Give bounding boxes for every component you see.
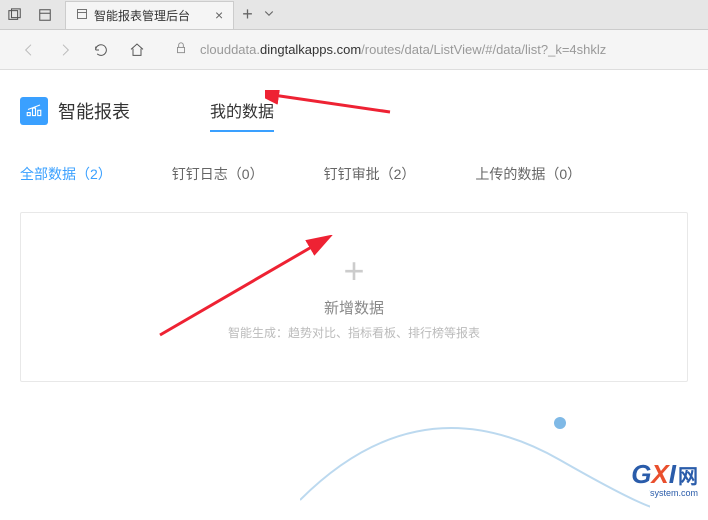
subtab-all[interactable]: 全部数据（2） <box>20 164 112 184</box>
add-data-card[interactable]: + 新增数据 智能生成：趋势对比、指标看板、排行榜等报表 <box>20 212 688 382</box>
subtab-diary[interactable]: 钉钉日志（0） <box>172 164 264 184</box>
address-bar: clouddata.dingtalkapps.com/routes/data/L… <box>0 30 708 70</box>
app-logo-icon <box>20 97 48 125</box>
forward-button[interactable] <box>51 36 79 64</box>
app-title: 智能报表 <box>58 98 130 124</box>
plus-icon: + <box>343 253 364 289</box>
window-tabs-icon[interactable] <box>0 0 30 30</box>
subtab-upload[interactable]: 上传的数据（0） <box>475 164 581 184</box>
url-text: clouddata.dingtalkapps.com/routes/data/L… <box>200 42 606 57</box>
refresh-button[interactable] <box>87 36 115 64</box>
chevron-down-icon[interactable] <box>263 6 275 24</box>
watermark: GXI网 <box>631 459 698 490</box>
window-titlebar: 智能报表管理后台 × + <box>0 0 708 30</box>
lock-icon <box>174 41 188 58</box>
page-icon <box>76 8 88 23</box>
url-field[interactable]: clouddata.dingtalkapps.com/routes/data/L… <box>174 41 693 58</box>
new-tab-button[interactable]: + <box>242 4 253 25</box>
close-icon[interactable]: × <box>215 7 223 23</box>
subtabs: 全部数据（2） 钉钉日志（0） 钉钉审批（2） 上传的数据（0） <box>20 164 688 184</box>
card-desc: 智能生成：趋势对比、指标看板、排行榜等报表 <box>228 324 480 341</box>
back-button[interactable] <box>15 36 43 64</box>
decorative-wave <box>300 400 650 520</box>
tab-title: 智能报表管理后台 <box>94 7 190 24</box>
header-row: 智能报表 我的数据 <box>20 90 688 132</box>
card-title: 新增数据 <box>324 297 384 318</box>
nav-my-data[interactable]: 我的数据 <box>210 90 274 132</box>
home-button[interactable] <box>123 36 151 64</box>
browser-tab[interactable]: 智能报表管理后台 × <box>65 1 234 29</box>
subtab-approval[interactable]: 钉钉审批（2） <box>324 164 416 184</box>
watermark-sub: system.com <box>650 488 698 498</box>
window-panel-icon[interactable] <box>30 0 60 30</box>
